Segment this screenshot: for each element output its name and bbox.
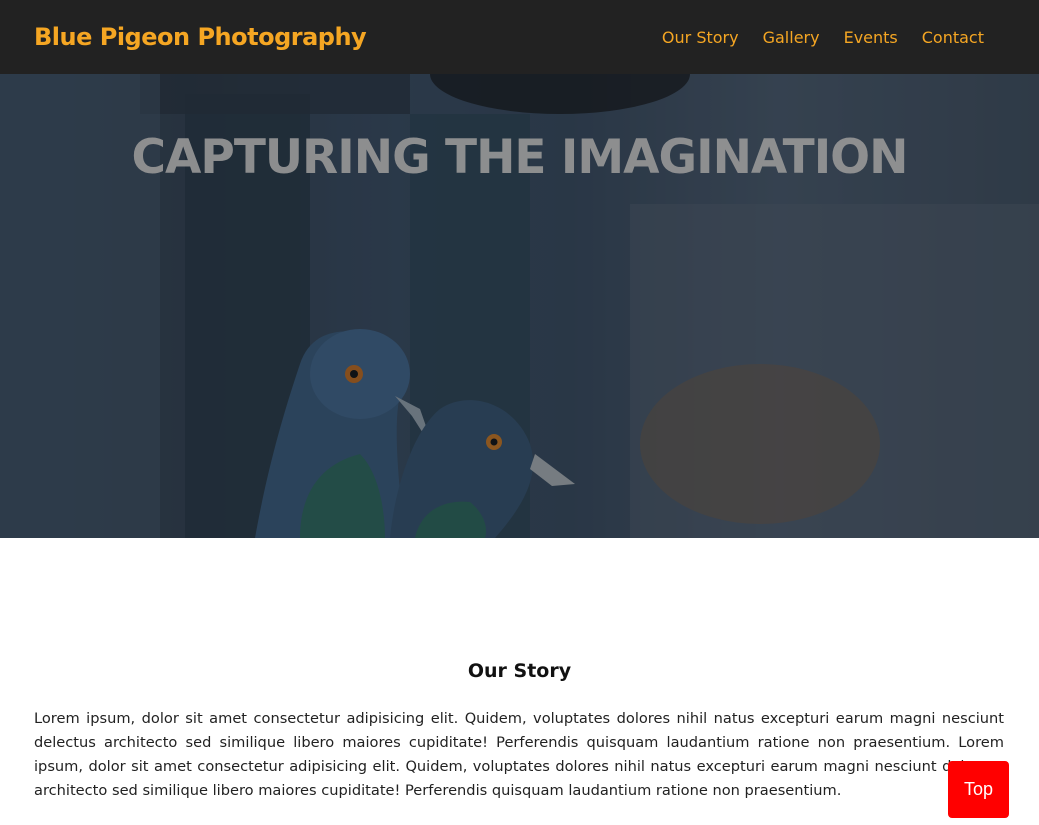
brand-link[interactable]: Blue Pigeon Photography [34, 23, 367, 51]
nav-links: Our Story Gallery Events Contact [662, 28, 1005, 47]
story-text: Lorem ipsum, dolor sit amet consectetur … [34, 710, 1004, 799]
navbar: Blue Pigeon Photography Our Story Galler… [0, 0, 1039, 74]
nav-link-contact[interactable]: Contact [922, 28, 984, 47]
nav-link-events[interactable]: Events [844, 28, 898, 47]
hero-title: CAPTURING THE IMAGINATION [131, 130, 909, 185]
nav-link-gallery[interactable]: Gallery [763, 28, 820, 47]
nav-link-our-story[interactable]: Our Story [662, 28, 739, 47]
hero-section: CAPTURING THE IMAGINATION [0, 74, 1039, 538]
story-title: Our Story [467, 660, 572, 682]
back-to-top-button[interactable]: Top [948, 761, 1009, 818]
